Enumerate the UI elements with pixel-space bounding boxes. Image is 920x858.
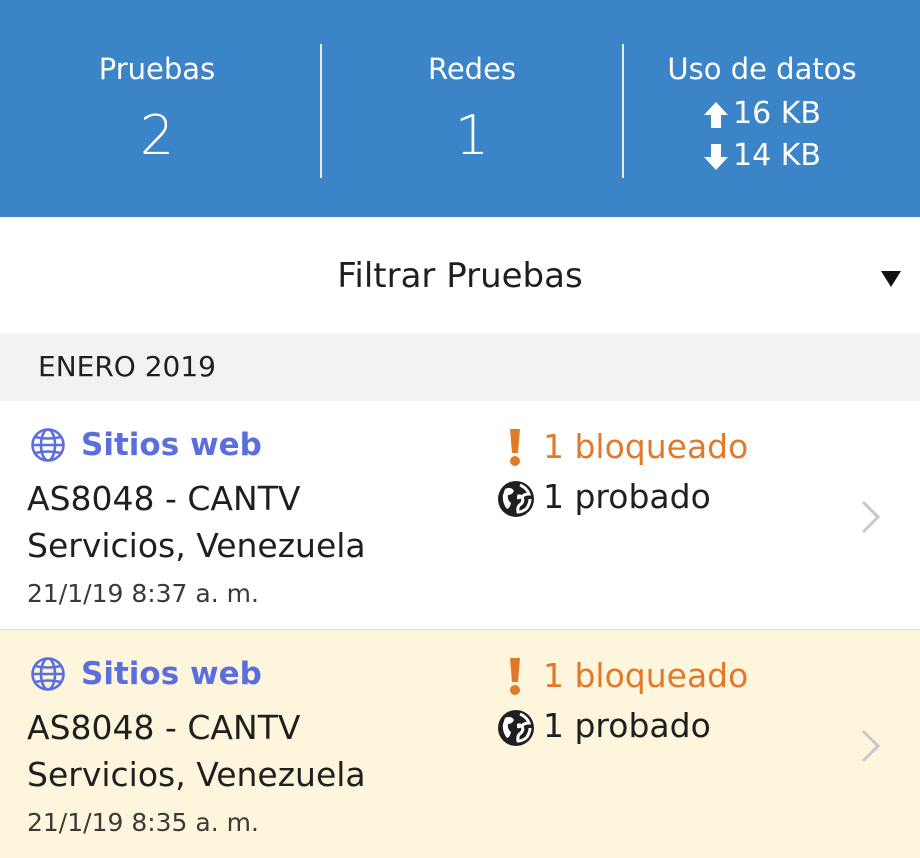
upload-arrow-icon xyxy=(704,101,729,128)
filter-label: Filtrar Pruebas xyxy=(337,256,583,296)
blocked-label: 1 bloqueado xyxy=(543,656,749,695)
globe-outline-icon xyxy=(31,657,65,691)
upload-value: 16 KB xyxy=(733,96,821,131)
test-result-row[interactable]: Sitios web AS8048 - CANTV Servicios, Ven… xyxy=(0,630,920,858)
networks-count: 1 xyxy=(454,104,490,167)
tested-label: 1 probado xyxy=(543,477,711,516)
download-usage: 14 KB xyxy=(624,138,900,174)
tests-count: 2 xyxy=(139,104,175,167)
globe-solid-icon xyxy=(498,481,534,517)
stats-header: Pruebas 2 Redes 1 Uso de datos 16 KB 14 … xyxy=(0,0,920,217)
caret-down-icon[interactable] xyxy=(880,270,902,288)
exclamation-icon xyxy=(510,429,520,466)
network-name: AS8048 - CANTV Servicios, Venezuela xyxy=(27,708,366,794)
month-section-header: ENERO 2019 xyxy=(0,333,920,401)
download-arrow-icon xyxy=(704,143,729,170)
upload-usage: 16 KB xyxy=(624,96,900,132)
test-timestamp: 21/1/19 8:37 a. m. xyxy=(27,579,259,608)
globe-outline-icon xyxy=(31,428,65,462)
network-name: AS8048 - CANTV Servicios, Venezuela xyxy=(27,479,366,565)
tests-label: Pruebas xyxy=(98,52,216,86)
networks-label: Redes xyxy=(427,52,517,86)
test-type-label: Sitios web xyxy=(81,427,262,463)
filter-tests-dropdown[interactable]: Filtrar Pruebas xyxy=(0,217,920,333)
data-usage-label: Uso de datos xyxy=(667,52,857,86)
month-label: ENERO 2019 xyxy=(38,350,216,383)
exclamation-icon xyxy=(510,658,520,695)
download-value: 14 KB xyxy=(733,138,821,173)
test-type-label: Sitios web xyxy=(81,656,262,692)
test-result-row[interactable]: Sitios web AS8048 - CANTV Servicios, Ven… xyxy=(0,401,920,630)
test-timestamp: 21/1/19 8:35 a. m. xyxy=(27,808,259,837)
chevron-right-icon xyxy=(861,729,881,763)
tested-label: 1 probado xyxy=(543,706,711,745)
networks-stat: Redes 1 xyxy=(322,0,622,217)
chevron-right-icon xyxy=(861,500,881,534)
tests-stat: Pruebas 2 xyxy=(0,0,314,217)
data-usage-stat: Uso de datos 16 KB 14 KB xyxy=(624,0,900,217)
blocked-label: 1 bloqueado xyxy=(543,427,749,466)
globe-solid-icon xyxy=(498,710,534,746)
